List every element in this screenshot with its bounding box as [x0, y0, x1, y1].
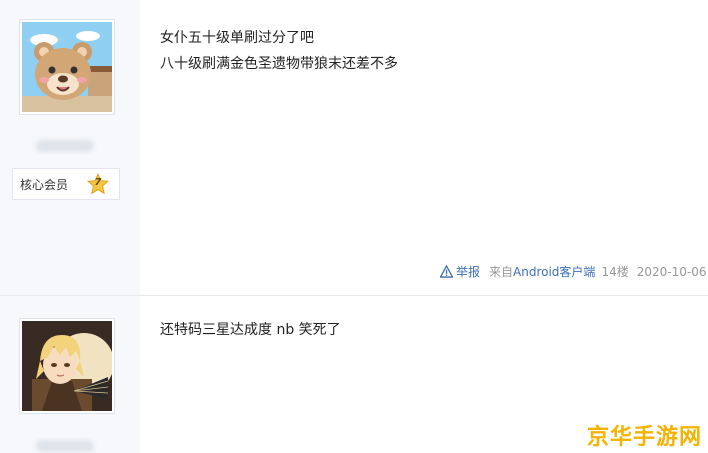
post-date: 2020-10-06 1 [636, 264, 708, 279]
floor-number: 14楼 [601, 265, 629, 279]
warning-icon [440, 265, 453, 278]
site-watermark: 京华手游网 [586, 425, 702, 450]
member-badge-label: 核心会员 [20, 177, 69, 192]
source-prefix: 来自 [489, 265, 514, 279]
client-link[interactable]: Android客户端 [513, 263, 595, 280]
member-badge[interactable]: 核心会员 7 [12, 168, 120, 200]
author-sidebar [0, 296, 140, 453]
post-content: 女仆五十级单刷过分了吧 八十级刷满金色圣遗物带狼末还差不多 [160, 25, 398, 77]
avatar[interactable] [19, 19, 115, 115]
bear-avatar-icon [22, 22, 112, 112]
level-star-icon: 7 [87, 173, 109, 195]
anime-character-avatar-icon [22, 321, 112, 411]
post-floor-14: 核心会员 7 女仆五十级单刷过分了吧 八十级刷满金色圣遗物带狼末还差不多 举报 … [0, 0, 708, 295]
report-label: 举报 [456, 265, 481, 279]
post-text-line: 八十级刷满金色圣遗物带狼末还差不多 [160, 56, 398, 72]
username[interactable] [36, 140, 94, 152]
post-text-line: 女仆五十级单刷过分了吧 [160, 30, 314, 46]
username[interactable] [36, 440, 94, 452]
post-content: 还特码三星达成度 nb 笑死了 [160, 317, 341, 343]
post-tail: 举报 来自 Android客户端 14楼 2020-10-06 1 [440, 263, 708, 280]
post-text-line: 还特码三星达成度 nb 笑死了 [160, 322, 341, 338]
author-sidebar: 核心会员 7 [0, 0, 140, 295]
report-link[interactable]: 举报 [440, 263, 480, 280]
avatar[interactable] [19, 318, 115, 414]
member-level: 7 [94, 177, 102, 188]
